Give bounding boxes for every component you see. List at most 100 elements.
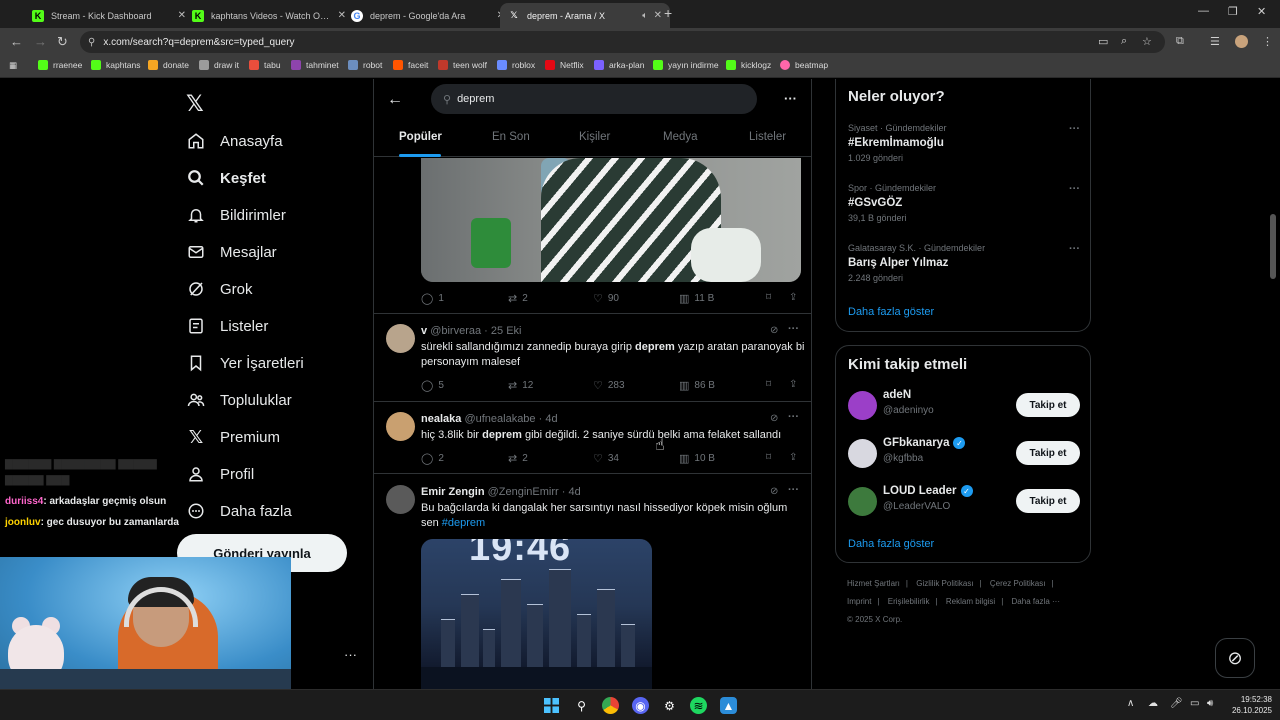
cast-icon[interactable]: ▭ [1098, 35, 1108, 48]
chrome-icon[interactable] [602, 697, 619, 714]
tab-people[interactable]: Kişiler [579, 131, 610, 143]
menu-icon[interactable]: ⋮ [1262, 35, 1273, 48]
hashtag-link[interactable]: #deprem [442, 517, 485, 529]
account-more-icon[interactable]: ··· [344, 647, 357, 662]
nav-profile[interactable]: Profil [186, 464, 254, 484]
nav-grok[interactable]: Grok [186, 279, 253, 299]
tab-media[interactable]: Medya [663, 131, 698, 143]
search-icon[interactable]: ⚲ [573, 697, 590, 714]
footer-link[interactable]: Hizmet Şartları [847, 579, 900, 588]
trend-item[interactable]: Galatasaray S.K. · Gündemdekiler Barış A… [848, 243, 1080, 283]
back-icon[interactable]: ← [10, 34, 23, 49]
bookmark-item[interactable]: kicklogz [726, 60, 771, 70]
bookmark-item[interactable]: tabu [249, 60, 281, 70]
follow-show-more-link[interactable]: Daha fazla göster [848, 538, 934, 550]
browser-tab[interactable]: G deprem - Google'da Ara ✕ [343, 3, 513, 28]
avatar[interactable] [848, 487, 877, 516]
bookmark-item[interactable]: robot [348, 60, 382, 70]
avatar[interactable] [848, 391, 877, 420]
tab-latest[interactable]: En Son [492, 131, 530, 143]
author-handle[interactable]: @birveraa [430, 325, 481, 337]
nav-communities[interactable]: Topluluklar [186, 390, 292, 410]
author-name[interactable]: nealaka [421, 413, 461, 425]
tweet-more-icon[interactable]: ··· [788, 323, 799, 335]
bookmark-item[interactable]: rraenee [38, 60, 82, 70]
share-icon[interactable]: ⇪ [789, 452, 797, 463]
star-icon[interactable]: ☆ [1142, 35, 1152, 48]
share-icon[interactable]: ⇪ [789, 379, 797, 390]
nav-lists[interactable]: Listeler [186, 316, 268, 336]
bookmark-item[interactable]: tahminet [291, 60, 339, 70]
profile-avatar-icon[interactable] [1235, 35, 1248, 48]
site-info-icon[interactable]: ⚲ [88, 37, 95, 48]
bookmark-item[interactable]: kaphtans [91, 60, 141, 70]
network-icon[interactable]: ▭ [1190, 698, 1199, 709]
avatar[interactable] [848, 439, 877, 468]
footer-link[interactable]: Daha fazla ··· [1012, 597, 1060, 606]
search-input[interactable]: ⚲ deprem [431, 84, 757, 114]
forward-icon[interactable]: → [34, 34, 47, 49]
avatar[interactable] [386, 324, 415, 353]
bookmark-item[interactable]: Netflix [545, 60, 584, 70]
avatar[interactable] [386, 485, 415, 514]
trend-item[interactable]: Siyaset · Gündemdekiler #Ekremİmamoğlu 1… [848, 123, 1080, 163]
x-logo-icon[interactable]: 𝕏 [186, 91, 204, 117]
address-bar[interactable]: ⚲ x.com/search?q=deprem&src=typed_query [80, 31, 1165, 53]
follow-button[interactable]: Takip et [1016, 441, 1080, 465]
views-button[interactable]: ▥ 86 B [679, 379, 715, 392]
footer-link[interactable]: Reklam bilgisi [946, 597, 995, 606]
follow-suggestion[interactable]: GFbkanarya ✓ @kgfbba Takip et [848, 437, 1080, 473]
tab-lists[interactable]: Listeler [749, 131, 786, 143]
back-arrow-icon[interactable]: ← [387, 91, 403, 109]
tweet-image[interactable]: 19:46 [421, 539, 652, 689]
nav-premium[interactable]: 𝕏 Premium [186, 427, 280, 447]
browser-tab[interactable]: K Stream - Kick Dashboard ✕ [24, 3, 194, 28]
browser-tab-active[interactable]: 𝕏 deprem - Arama / X 🔈︎ ✕ [500, 3, 670, 28]
extensions-icon[interactable]: ⧉ [1176, 35, 1184, 48]
follow-suggestion[interactable]: adeN @adeninyo Takip et [848, 389, 1080, 425]
author-name[interactable]: Emir Zengin [421, 486, 485, 498]
follow-button[interactable]: Takip et [1016, 489, 1080, 513]
trends-show-more-link[interactable]: Daha fazla göster [848, 306, 934, 318]
minimize-icon[interactable]: — [1198, 5, 1209, 17]
nav-home[interactable]: Anasayfa [186, 131, 283, 151]
like-button[interactable]: ♡ 34 [593, 452, 619, 465]
tweet[interactable]: v @birveraa · 25 Eki ⊘ ··· sürekli salla… [374, 314, 811, 402]
retweet-button[interactable]: ⇄ 2 [508, 292, 528, 305]
footer-link[interactable]: Çerez Politikası [990, 579, 1046, 588]
bookmark-item[interactable]: draw it [199, 60, 239, 70]
trend-more-icon[interactable]: ··· [1069, 123, 1080, 135]
trend-item[interactable]: Spor · Gündemdekiler #GSvGÖZ 39,1 B gönd… [848, 183, 1080, 223]
trend-more-icon[interactable]: ··· [1069, 183, 1080, 195]
bookmark-item[interactable]: faceit [393, 60, 428, 70]
author-handle[interactable]: @ufnealakabe [464, 413, 535, 425]
bookmark-item[interactable]: donate [148, 60, 189, 70]
footer-link[interactable]: Gizlilik Politikası [916, 579, 973, 588]
system-clock[interactable]: 19:52:38 26.10.2025 [1222, 694, 1272, 716]
apps-icon[interactable]: ▦ [9, 60, 17, 71]
nav-messages[interactable]: Mesajlar [186, 242, 277, 262]
tweet-more-icon[interactable]: ··· [788, 484, 799, 496]
tweet[interactable]: nealaka @ufnealakabe · 4d ⊘ ··· hiç 3.8l… [374, 402, 811, 474]
windows-start-icon[interactable] [543, 697, 560, 714]
bookmark-item[interactable]: roblox [497, 60, 535, 70]
nav-notifications[interactable]: Bildirimler [186, 205, 286, 225]
nav-more[interactable]: Daha fazla [186, 501, 292, 521]
onedrive-icon[interactable]: ☁ [1148, 698, 1158, 709]
apps-icon[interactable]: ⚙ [661, 697, 678, 714]
follow-suggestion[interactable]: LOUD Leader ✓ @LeaderVALO Takip et [848, 485, 1080, 521]
bookmark-item[interactable]: teen wolf [438, 60, 487, 70]
retweet-button[interactable]: ⇄ 2 [508, 452, 528, 465]
avatar[interactable] [386, 412, 415, 441]
spotify-icon[interactable]: ≋ [690, 697, 707, 714]
footer-link[interactable]: Imprint [847, 597, 871, 606]
bookmark-item[interactable]: arka-plan [594, 60, 644, 70]
new-tab-icon[interactable]: + [664, 5, 672, 21]
like-button[interactable]: ♡ 90 [593, 292, 619, 305]
volume-icon[interactable]: 🔊︎ [1207, 698, 1213, 709]
reply-button[interactable]: ◯ 5 [421, 379, 444, 392]
grok-explain-icon[interactable]: ⊘ [770, 325, 778, 336]
tweet-video[interactable] [421, 158, 801, 282]
bookmark-item[interactable]: beatmap [780, 60, 828, 70]
tweet-date[interactable]: 4d [545, 413, 557, 425]
